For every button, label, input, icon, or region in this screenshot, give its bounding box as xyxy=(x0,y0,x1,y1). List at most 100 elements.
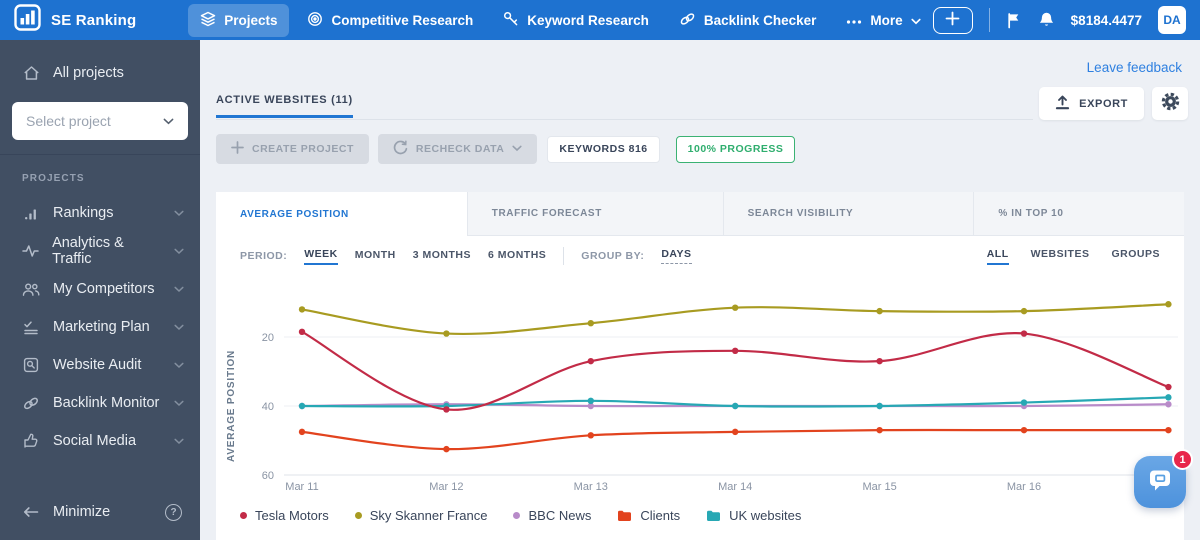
key-icon xyxy=(503,11,519,30)
data-point[interactable] xyxy=(1165,401,1172,408)
average-position-chart[interactable]: 20 40 60 Mar 11 Mar 12 Mar 13 Mar 14 Mar 15 Mar … xyxy=(216,276,1184,504)
data-point[interactable] xyxy=(1165,394,1172,401)
period-week[interactable]: WEEK xyxy=(304,248,338,265)
legend-item[interactable]: Tesla Motors xyxy=(240,508,329,523)
leave-feedback-link[interactable]: Leave feedback xyxy=(1087,60,1182,75)
chevron-down-icon xyxy=(174,433,184,449)
create-project-button[interactable]: CREATE PROJECT xyxy=(216,134,369,164)
data-point[interactable] xyxy=(876,307,883,315)
data-point[interactable] xyxy=(732,347,739,354)
period-6-months[interactable]: 6 MONTHS xyxy=(488,249,546,264)
data-point[interactable] xyxy=(298,428,306,436)
tab-search-visibility[interactable]: SEARCH VISIBILITY xyxy=(722,192,974,236)
data-point[interactable] xyxy=(443,445,450,453)
sidebar-item-analytics-traffic[interactable]: Analytics & Traffic xyxy=(0,232,200,270)
legend-item[interactable]: UK websites xyxy=(706,508,801,523)
brand[interactable]: SE Ranking xyxy=(0,4,188,36)
data-point[interactable] xyxy=(1165,301,1172,308)
nav-projects[interactable]: Projects xyxy=(188,3,290,37)
progress-badge: 100% PROGRESS xyxy=(675,135,796,163)
brand-name: SE Ranking xyxy=(51,11,137,29)
chain-link-icon xyxy=(22,396,40,411)
tab-traffic-forecast[interactable]: TRAFFIC FORECAST xyxy=(466,192,723,236)
chat-widget-button[interactable]: 1 xyxy=(1134,449,1193,508)
nav-backlink-checker[interactable]: Backlink Checker xyxy=(667,4,829,37)
data-point[interactable] xyxy=(1165,426,1172,434)
legend-item[interactable]: Sky Skanner France xyxy=(354,508,487,523)
x-tick-label: Mar 13 xyxy=(574,481,608,493)
export-button[interactable]: EXPORT xyxy=(1039,87,1144,120)
data-point[interactable] xyxy=(732,304,739,311)
flag-icon[interactable] xyxy=(1006,12,1022,29)
chart-legend: Tesla Motors Sky Skanner France BBC News Cl… xyxy=(216,504,1184,523)
settings-button[interactable] xyxy=(1152,87,1188,120)
nav-label: Competitive Research xyxy=(331,12,474,28)
recheck-data-button[interactable]: RECHECK DATA xyxy=(377,134,538,164)
group-by-days[interactable]: DAYS xyxy=(661,248,692,264)
data-point[interactable] xyxy=(876,402,883,410)
nav-competitive-research[interactable]: Competitive Research xyxy=(295,4,485,37)
sidebar-item-website-audit[interactable]: Website Audit xyxy=(0,346,200,384)
select-project-dropdown[interactable]: Select project xyxy=(12,102,188,140)
sidebar-item-label: Backlink Monitor xyxy=(53,395,160,411)
data-point[interactable] xyxy=(732,428,739,436)
data-point[interactable] xyxy=(732,402,739,410)
series-dot-icon xyxy=(354,512,362,519)
data-point[interactable] xyxy=(1165,383,1172,391)
notifications-bell-icon[interactable] xyxy=(1038,11,1055,29)
data-point[interactable] xyxy=(876,357,883,365)
period-month[interactable]: MONTH xyxy=(355,249,396,264)
data-point[interactable] xyxy=(876,426,883,434)
sidebar-item-marketing-plan[interactable]: Marketing Plan xyxy=(0,308,200,346)
x-tick-label: Mar 14 xyxy=(718,481,752,493)
account-balance[interactable]: $8184.4477 xyxy=(1071,13,1142,28)
legend-label: BBC News xyxy=(528,508,592,523)
export-icon xyxy=(1055,95,1070,113)
chart-card: AVERAGE POSITION TRAFFIC FORECAST SEARCH… xyxy=(216,192,1184,540)
sidebar-item-backlink-monitor[interactable]: Backlink Monitor xyxy=(0,384,200,422)
nav-more[interactable]: More xyxy=(834,6,932,35)
tab-average-position[interactable]: AVERAGE POSITION xyxy=(216,192,467,236)
legend-item[interactable]: Clients xyxy=(617,508,680,523)
sidebar-minimize[interactable]: Minimize xyxy=(0,494,200,530)
sidebar-item-my-competitors[interactable]: My Competitors xyxy=(0,270,200,308)
data-point[interactable] xyxy=(443,330,450,337)
data-point[interactable] xyxy=(587,357,594,365)
sidebar-item-all-projects[interactable]: All projects xyxy=(0,54,200,92)
page-tabs: ACTIVE WEBSITES (11) xyxy=(216,90,1033,120)
sidebar-item-rankings[interactable]: Rankings xyxy=(0,194,200,232)
sidebar-item-label: Website Audit xyxy=(53,357,142,373)
chart-controls: PERIOD: WEEK MONTH 3 MONTHS 6 MONTHS GRO… xyxy=(216,236,1184,276)
data-point[interactable] xyxy=(298,328,306,336)
help-icon[interactable] xyxy=(165,503,182,521)
sidebar-item-social-media[interactable]: Social Media xyxy=(0,422,200,460)
chat-notification-badge: 1 xyxy=(1172,449,1193,470)
legend-item[interactable]: BBC News xyxy=(513,508,591,523)
data-point[interactable] xyxy=(1020,330,1028,337)
avatar[interactable]: DA xyxy=(1158,6,1186,34)
tab-active-websites[interactable]: ACTIVE WEBSITES (11) xyxy=(216,94,353,118)
data-point[interactable] xyxy=(587,320,594,327)
data-point[interactable] xyxy=(1020,426,1028,434)
sidebar: All projects Select project PROJECTS Ran… xyxy=(0,40,200,540)
add-button[interactable] xyxy=(932,6,973,34)
scope-groups[interactable]: GROUPS xyxy=(1111,248,1160,265)
top-navigation: Projects Competitive Research Keyword Re… xyxy=(188,3,932,37)
folder-icon xyxy=(707,510,721,521)
data-point[interactable] xyxy=(443,406,450,413)
tab-percent-in-top-10[interactable]: % IN TOP 10 xyxy=(973,192,1184,236)
data-point[interactable] xyxy=(1020,399,1028,406)
nav-label: Backlink Checker xyxy=(703,12,817,28)
x-tick-label: Mar 12 xyxy=(429,481,463,493)
data-point[interactable] xyxy=(587,397,594,405)
scope-all[interactable]: ALL xyxy=(986,248,1009,265)
scope-websites[interactable]: WEBSITES xyxy=(1031,248,1090,265)
home-icon xyxy=(22,65,40,81)
data-point[interactable] xyxy=(1020,307,1028,315)
nav-keyword-research[interactable]: Keyword Research xyxy=(491,4,661,37)
export-label: EXPORT xyxy=(1079,97,1128,110)
period-3-months[interactable]: 3 MONTHS xyxy=(413,249,471,264)
data-point[interactable] xyxy=(587,432,594,439)
data-point[interactable] xyxy=(298,306,306,313)
data-point[interactable] xyxy=(298,402,306,410)
